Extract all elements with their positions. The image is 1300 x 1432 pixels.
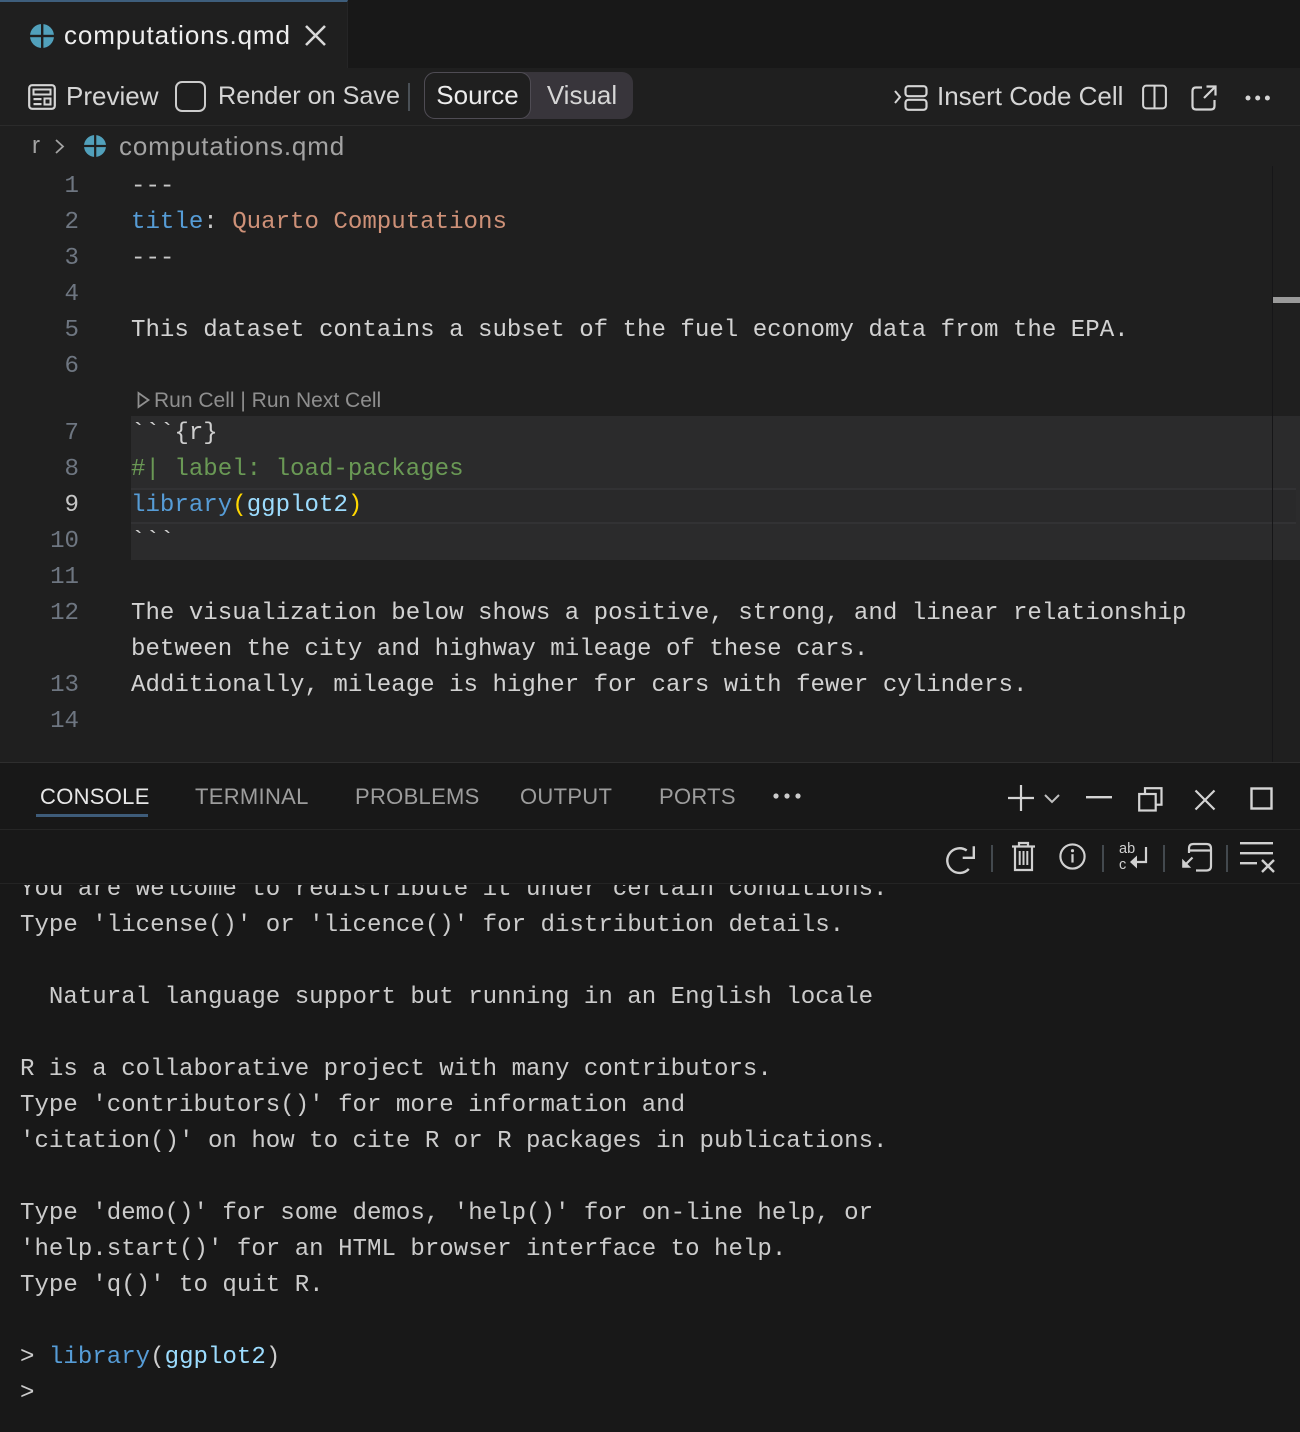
svg-text:c: c <box>1119 857 1126 873</box>
svg-text:ab: ab <box>1119 841 1135 857</box>
